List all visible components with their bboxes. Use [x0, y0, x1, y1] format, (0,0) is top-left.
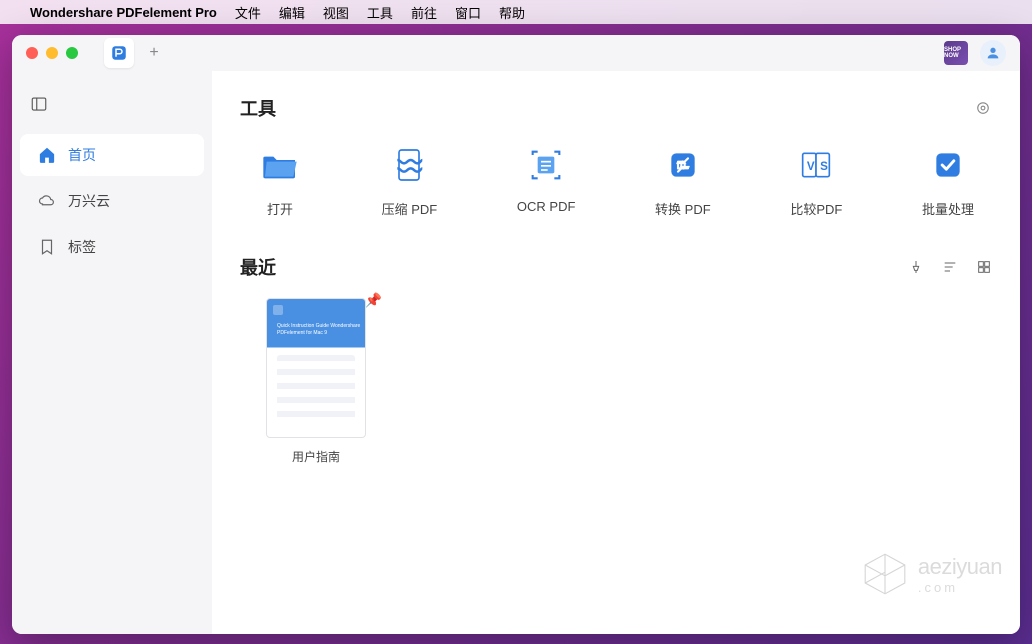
tool-label: 批量处理 — [922, 199, 974, 218]
compress-icon — [387, 143, 431, 187]
tool-label: 比较PDF — [790, 199, 842, 218]
tool-label: OCR PDF — [517, 199, 576, 214]
document-name: 用户指南 — [292, 448, 340, 465]
pin-filter-icon[interactable] — [908, 259, 924, 275]
tool-ocr[interactable]: OCR PDF — [517, 143, 576, 218]
sort-icon[interactable] — [942, 259, 958, 275]
document-thumbnail: Quick Instruction Guide Wondershare PDFe… — [266, 298, 366, 438]
add-tab-button[interactable]: + — [142, 41, 166, 65]
recent-documents-grid: 📌 Quick Instruction Guide Wondershare PD… — [240, 298, 992, 465]
tools-settings-icon[interactable] — [974, 99, 992, 117]
app-window: + SHOP NOW 首页 万兴云 标签 工具 — [12, 35, 1020, 634]
tool-batch[interactable]: 批量处理 — [922, 143, 974, 218]
cloud-icon — [38, 192, 56, 210]
sidebar-toggle-button[interactable] — [12, 89, 212, 132]
sidebar-item-bookmarks[interactable]: 标签 — [20, 226, 204, 268]
home-tab[interactable] — [104, 38, 134, 68]
main-content: 工具 打开 压缩 PDF OCR PDF — [212, 35, 1020, 634]
tool-compare[interactable]: VS 比较PDF — [790, 143, 842, 218]
sidebar-item-label: 首页 — [68, 145, 96, 165]
user-avatar[interactable] — [980, 40, 1006, 66]
batch-icon — [926, 143, 970, 187]
svg-text:V: V — [807, 160, 815, 173]
recent-document[interactable]: 📌 Quick Instruction Guide Wondershare PD… — [262, 298, 370, 465]
watermark: aeziyuan .com — [858, 544, 1002, 604]
sidebar-item-label: 万兴云 — [68, 191, 110, 211]
tool-label: 压缩 PDF — [382, 199, 438, 218]
traffic-lights — [26, 47, 78, 59]
shop-now-badge[interactable]: SHOP NOW — [944, 41, 968, 65]
close-button[interactable] — [26, 47, 38, 59]
tool-convert[interactable]: 转换 PDF — [655, 143, 711, 218]
tab-strip: + — [104, 38, 166, 68]
user-icon — [985, 45, 1001, 61]
tool-label: 打开 — [267, 199, 293, 218]
menu-edit[interactable]: 编辑 — [279, 3, 305, 22]
system-menubar: Wondershare PDFelement Pro 文件 编辑 视图 工具 前… — [0, 0, 1032, 24]
compare-icon: VS — [794, 143, 838, 187]
recent-section-header: 最近 — [240, 254, 992, 280]
bookmark-icon — [38, 238, 56, 256]
watermark-brand: aeziyuan — [918, 554, 1002, 579]
recent-view-controls — [908, 259, 992, 275]
tool-compress[interactable]: 压缩 PDF — [382, 143, 438, 218]
window-titlebar: + SHOP NOW — [12, 35, 1020, 71]
sidebar-item-cloud[interactable]: 万兴云 — [20, 180, 204, 222]
menu-window[interactable]: 窗口 — [455, 3, 481, 22]
recent-title: 最近 — [240, 254, 276, 280]
tools-section-header: 工具 — [240, 95, 992, 121]
watermark-suffix: .com — [918, 580, 1002, 595]
tool-open[interactable]: 打开 — [258, 143, 302, 218]
menu-view[interactable]: 视图 — [323, 3, 349, 22]
folder-open-icon — [258, 143, 302, 187]
thumb-title-text: Quick Instruction Guide Wondershare PDFe… — [277, 323, 365, 336]
menu-help[interactable]: 帮助 — [499, 3, 525, 22]
menu-tools[interactable]: 工具 — [367, 3, 393, 22]
menubar-app-name[interactable]: Wondershare PDFelement Pro — [30, 5, 217, 20]
watermark-text: aeziyuan .com — [918, 554, 1002, 595]
menu-file[interactable]: 文件 — [235, 3, 261, 22]
maximize-button[interactable] — [66, 47, 78, 59]
pdfelement-logo-icon — [110, 44, 128, 62]
svg-text:S: S — [820, 160, 828, 173]
grid-view-icon[interactable] — [976, 259, 992, 275]
tool-label: 转换 PDF — [655, 199, 711, 218]
sidebar-item-home[interactable]: 首页 — [20, 134, 204, 176]
pin-icon[interactable]: 📌 — [365, 292, 382, 309]
menu-go[interactable]: 前往 — [411, 3, 437, 22]
watermark-logo-icon — [858, 544, 912, 604]
sidebar-item-label: 标签 — [68, 237, 96, 257]
tools-title: 工具 — [240, 95, 276, 121]
home-icon — [38, 146, 56, 164]
ocr-icon — [524, 143, 568, 187]
tools-grid: 打开 压缩 PDF OCR PDF 转换 PDF — [240, 139, 992, 248]
sidebar: 首页 万兴云 标签 — [12, 35, 212, 634]
minimize-button[interactable] — [46, 47, 58, 59]
sidebar-collapse-icon — [30, 95, 48, 113]
convert-icon — [661, 143, 705, 187]
